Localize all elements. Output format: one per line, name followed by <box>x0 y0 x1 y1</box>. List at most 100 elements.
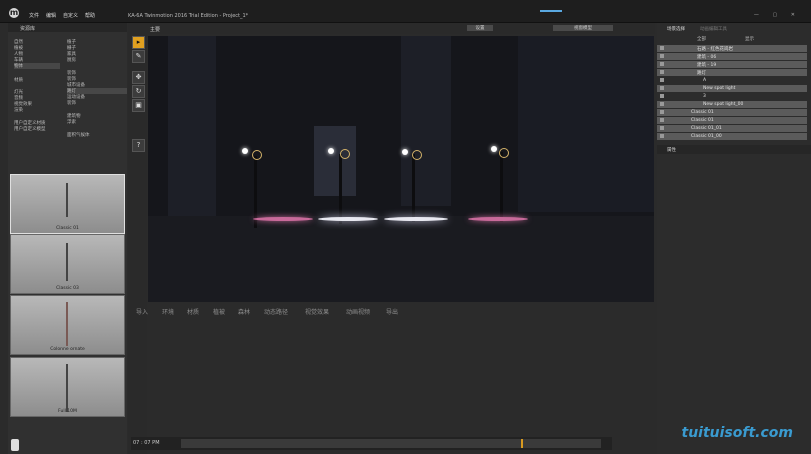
column-all[interactable]: 全部 <box>697 36 706 42</box>
tab-export[interactable]: 导出 <box>386 307 398 316</box>
visibility-eye-icon[interactable] <box>660 46 664 50</box>
subcategory-kitchen[interactable]: 厨房 <box>67 57 76 63</box>
tab-animation[interactable]: 动画视频 <box>346 307 370 316</box>
scene-tree-row[interactable]: New spot light <box>657 85 807 92</box>
street-lamp[interactable] <box>412 154 415 222</box>
library-panel: 资源库 自然 植被 人物 车辆 物体 材质 灯光 音频 视觉效果 渲染 用户自定… <box>8 23 127 454</box>
asset-name: Classic 01 <box>56 226 79 231</box>
lamp-preview-icon <box>66 243 68 281</box>
asset-thumb[interactable]: Classic 01 <box>10 174 125 234</box>
light-gizmo-icon[interactable] <box>252 150 262 160</box>
tab-vfx[interactable]: 视觉效果 <box>305 307 329 316</box>
time-slider-handle[interactable] <box>521 439 524 448</box>
time-slider[interactable] <box>181 439 601 448</box>
menu-customize[interactable]: 自定义 <box>63 12 78 19</box>
visibility-eye-icon[interactable] <box>660 126 664 130</box>
tab-path[interactable]: 动态路径 <box>264 307 288 316</box>
ground-plane <box>148 216 654 302</box>
title-bar: m 文件 编辑 自定义 帮助 KA-6A Twinmotion 2016 Tri… <box>0 0 811 23</box>
library-settings-icon[interactable] <box>11 439 19 451</box>
tab-scene-select[interactable]: 场景选择 <box>667 26 685 32</box>
visibility-eye-icon[interactable] <box>660 94 664 98</box>
menu-help[interactable]: 帮助 <box>85 12 95 19</box>
visibility-eye-icon[interactable] <box>660 78 664 82</box>
scene-tree-row[interactable]: Classic 01_01 <box>657 125 807 132</box>
category-user-models[interactable]: 用户自定义模型 <box>14 126 46 132</box>
view-mode-button[interactable]: 视窗模型 <box>553 25 613 31</box>
scene-tree-row[interactable]: 路灯 <box>657 69 807 76</box>
category-objects[interactable]: 物体 <box>14 63 60 69</box>
category-render[interactable]: 渲染 <box>14 107 23 113</box>
scene-tree-label: 3 <box>703 94 706 99</box>
visibility-eye-icon[interactable] <box>660 54 664 58</box>
light-gizmo-icon[interactable] <box>340 149 350 159</box>
tab-import[interactable]: 导入 <box>136 307 148 316</box>
scene-tree-row[interactable]: A <box>657 77 807 84</box>
menu-file[interactable]: 文件 <box>29 12 39 19</box>
subcategory-decor-3[interactable]: 装饰 <box>67 100 76 106</box>
properties-title: 属性 <box>667 148 676 153</box>
building <box>401 36 451 206</box>
street-lamp[interactable] <box>339 154 342 224</box>
category-materials[interactable]: 材质 <box>14 77 23 83</box>
subcategory-climate[interactable]: 面积气候体 <box>67 132 90 138</box>
column-preview-icon <box>66 302 68 346</box>
scale-tool-icon[interactable]: ▣ <box>132 99 145 112</box>
scene-tree-label: 路灯 <box>697 71 706 76</box>
scene-tree-row[interactable]: New spot light_00 <box>657 101 807 108</box>
menu-edit[interactable]: 编辑 <box>46 12 56 19</box>
building <box>518 36 654 212</box>
scene-tree-label: 建筑 - 06 <box>697 55 717 60</box>
scene-tree-label: New spot light <box>703 86 736 91</box>
light-gizmo-icon[interactable] <box>412 150 422 160</box>
library-header: 资源库 <box>8 23 127 32</box>
scene-tree-label: Classic 01 <box>691 118 714 123</box>
camera-label[interactable]: 主要 <box>150 26 160 33</box>
move-tool-icon[interactable]: ✥ <box>132 71 145 84</box>
light-gizmo-icon[interactable] <box>499 148 509 158</box>
tab-animation-tools[interactable]: 动画编辑工具 <box>700 26 727 32</box>
visibility-eye-icon[interactable] <box>660 102 664 106</box>
asset-thumb[interactable]: Classic 03 <box>10 234 125 294</box>
help-icon[interactable]: ? <box>132 139 145 152</box>
3d-viewport[interactable] <box>148 36 654 302</box>
street-lamp[interactable] <box>500 152 503 222</box>
tab-vegetation[interactable]: 植被 <box>213 307 225 316</box>
visibility-eye-icon[interactable] <box>660 62 664 66</box>
asset-name: Full 10M <box>58 409 77 414</box>
window-controls[interactable]: — ▢ ✕ <box>754 12 801 18</box>
scene-tree-row[interactable]: 石路 - 红色花岗岩 <box>657 45 807 52</box>
tab-forest[interactable]: 森林 <box>238 307 250 316</box>
visibility-eye-icon[interactable] <box>660 110 664 114</box>
lamp-light <box>402 149 408 155</box>
asset-thumb[interactable]: Colonne ornate <box>10 295 125 355</box>
visibility-eye-icon[interactable] <box>660 118 664 122</box>
scene-tree-label: A <box>703 78 707 83</box>
scene-tree-row[interactable]: Classic 01 <box>657 117 807 124</box>
tab-materials[interactable]: 材质 <box>187 307 199 316</box>
scene-tree-label: 石路 - 红色花岗岩 <box>697 47 733 52</box>
pen-tool-icon[interactable]: ✎ <box>132 50 145 63</box>
scene-tree-row[interactable]: 3 <box>657 93 807 100</box>
visibility-eye-icon[interactable] <box>660 86 664 90</box>
lamp-preview-icon <box>66 364 68 412</box>
settings-button[interactable]: 设置 <box>467 25 493 31</box>
visibility-eye-icon[interactable] <box>660 134 664 138</box>
scene-tree-row[interactable]: Classic 01_00 <box>657 133 807 140</box>
scene-tree-row[interactable]: Classic 01 <box>657 109 807 116</box>
time-readout[interactable]: 07 : 07 PM <box>133 440 160 446</box>
scene-tree-label: Classic 01 <box>691 110 714 115</box>
scene-tree-row[interactable]: 建筑 - 19 <box>657 61 807 68</box>
scene-tree-row[interactable]: 建筑 - 06 <box>657 53 807 60</box>
subcategory-float[interactable]: 浮索 <box>67 119 76 125</box>
light-pool <box>384 217 448 221</box>
visibility-eye-icon[interactable] <box>660 70 664 74</box>
rotate-tool-icon[interactable]: ↻ <box>132 85 145 98</box>
tab-environment[interactable]: 环境 <box>162 307 174 316</box>
column-display[interactable]: 显示 <box>745 36 754 42</box>
asset-thumb[interactable]: Full 10M <box>10 357 125 417</box>
select-tool-icon[interactable]: ▸ <box>132 36 145 49</box>
asset-name: Classic 03 <box>56 286 79 291</box>
building <box>314 126 356 196</box>
scene-tree-label: 建筑 - 19 <box>697 63 717 68</box>
